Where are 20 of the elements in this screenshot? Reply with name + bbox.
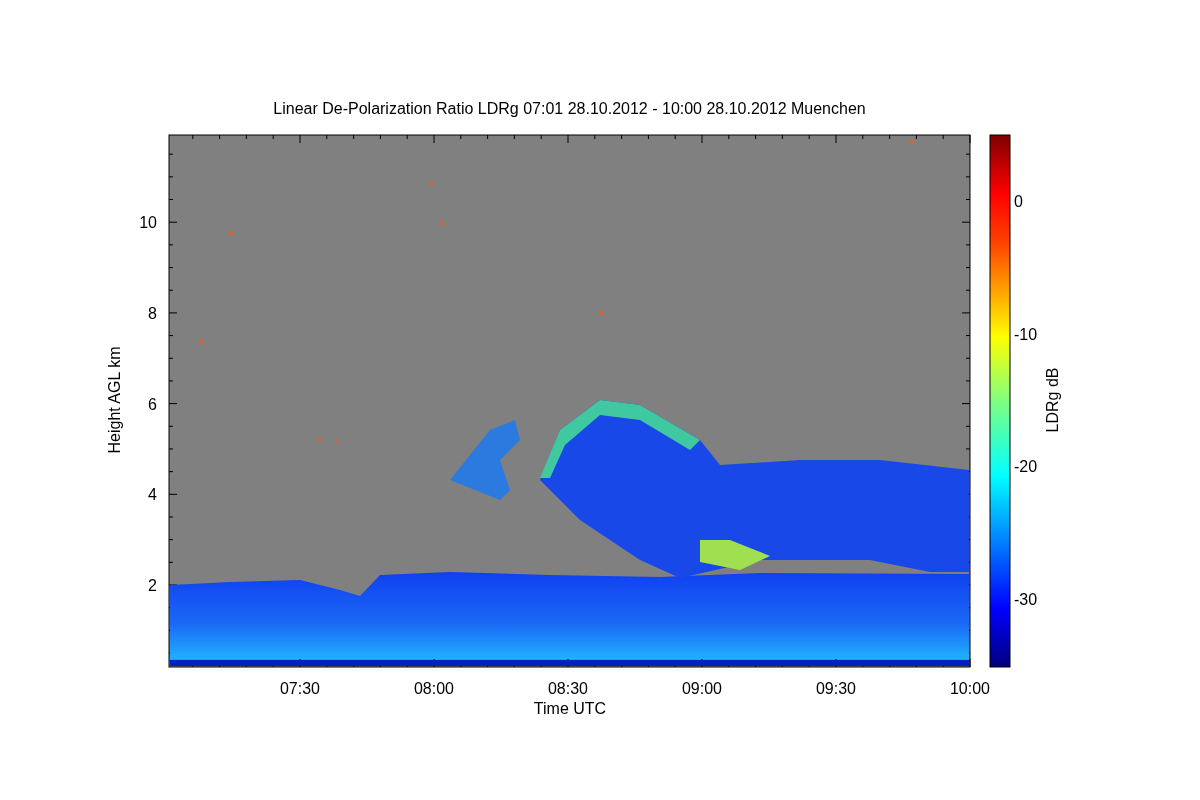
colorbar-tick-label: 0 bbox=[1014, 193, 1023, 210]
x-tick-label: 09:00 bbox=[682, 680, 722, 697]
colorbar-label: LDRg dB bbox=[1044, 367, 1061, 433]
high-ratio-patch bbox=[700, 540, 770, 570]
y-tick-label: 10 bbox=[139, 214, 157, 232]
x-tick-label: 08:30 bbox=[548, 680, 588, 697]
y-axis-label: Height AGL km bbox=[106, 346, 123, 454]
x-tick-label: 07:30 bbox=[280, 680, 320, 697]
x-axis-label: Time UTC bbox=[533, 700, 607, 717]
colorbar-tick-label: -30 bbox=[1014, 591, 1038, 609]
y-tick-label: 6 bbox=[148, 395, 157, 413]
y-tick-label: 2 bbox=[148, 577, 157, 594]
x-tick-label: 08:00 bbox=[414, 680, 454, 697]
y-tick-label: 4 bbox=[148, 486, 157, 504]
colorbar-tick-label: -10 bbox=[1014, 325, 1038, 343]
y-tick-label: 8 bbox=[148, 304, 157, 322]
x-tick-label: 09:30 bbox=[816, 680, 856, 697]
x-tick-label: 10:00 bbox=[950, 680, 990, 697]
chart-title: Linear De-Polarization Ratio LDRg 07:01 28.10.2012 - 10:00 28.10.2012 Muenchen bbox=[273, 100, 866, 117]
colorbar-tick-label: -20 bbox=[1014, 458, 1038, 476]
